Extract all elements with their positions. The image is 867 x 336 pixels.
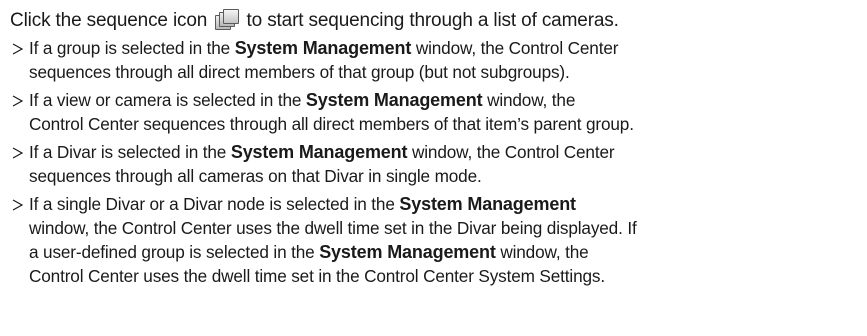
bullet-text: window, the — [482, 90, 576, 110]
window-name: System Management — [319, 242, 496, 262]
condition-list: If a group is selected in the System Man… — [10, 36, 867, 288]
list-item: If a single Divar or a Divar node is sel… — [10, 192, 867, 288]
bullet-text: window, the Control Center uses the dwel… — [29, 218, 637, 238]
bullet-text: If a single Divar or a Divar node is sel… — [29, 194, 400, 214]
window-name: System Management — [234, 38, 412, 58]
bullet-text: If a view or camera is selected in the — [29, 90, 306, 110]
intro-paragraph: Click the sequence icon to start sequenc… — [10, 8, 867, 33]
bullet-text: If a Divar is selected in the — [29, 142, 231, 162]
bullet-text: window, the Control Center — [411, 38, 619, 58]
bullet-text: Control Center sequences through all dir… — [29, 114, 634, 134]
intro-text-before: Click the sequence icon — [10, 10, 208, 31]
list-item: If a group is selected in the System Man… — [10, 36, 867, 84]
sequence-icon — [214, 9, 240, 30]
bullet-text: If a group is selected in the — [29, 38, 235, 58]
document-page: Click the sequence icon to start sequenc… — [0, 0, 867, 336]
bullet-text: sequences through all cameras on that Di… — [29, 166, 482, 186]
bullet-text: window, the Control Center — [407, 142, 615, 162]
bullet-text: a user-defined group is selected in the — [29, 242, 320, 262]
chevron-right-icon — [10, 88, 26, 112]
list-item: If a Divar is selected in the System Man… — [10, 140, 867, 188]
intro-text-after: to start sequencing through a list of ca… — [246, 10, 619, 31]
chevron-right-icon — [10, 36, 26, 60]
window-name: System Management — [230, 142, 408, 162]
chevron-right-icon — [10, 192, 26, 216]
bullet-text: Control Center uses the dwell time set i… — [29, 266, 605, 286]
window-name: System Management — [305, 90, 483, 110]
bullet-text: window, the — [495, 242, 589, 262]
chevron-right-icon — [10, 140, 26, 164]
window-name: System Management — [399, 194, 576, 214]
list-item: If a view or camera is selected in the S… — [10, 88, 867, 136]
bullet-text: sequences through all direct members of … — [29, 62, 570, 82]
